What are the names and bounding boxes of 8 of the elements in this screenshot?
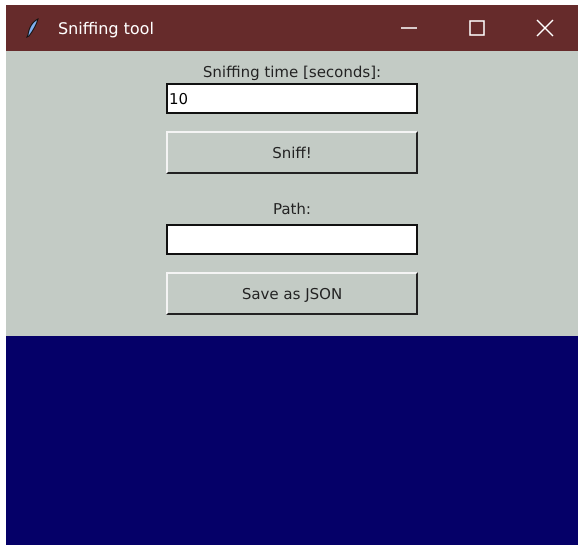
- field-label: Sniffing time [seconds]:: [202, 62, 382, 83]
- window-title: Sniffing tool: [58, 18, 155, 38]
- feather-icon: [26, 18, 40, 38]
- sniff-button[interactable]: Sniff!: [166, 131, 418, 174]
- field-label: Path:: [272, 199, 311, 220]
- save-button[interactable]: Save as JSON: [166, 272, 418, 315]
- input-field[interactable]: [166, 224, 418, 255]
- input-field[interactable]: 10: [166, 83, 418, 114]
